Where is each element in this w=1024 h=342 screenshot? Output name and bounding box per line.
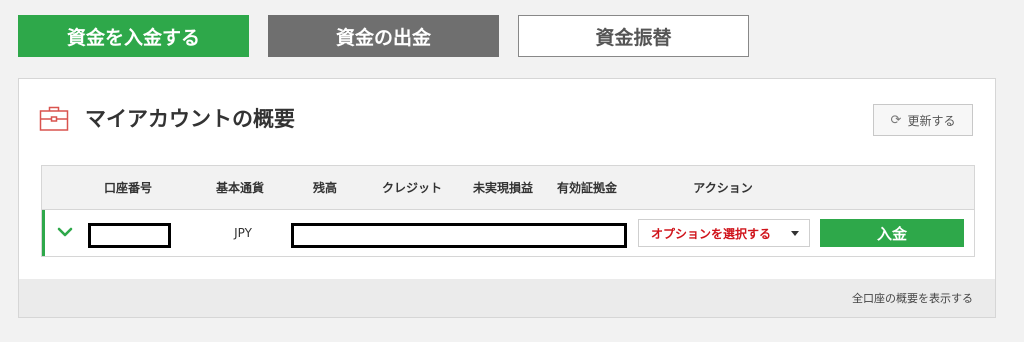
header-balance: 残高 bbox=[312, 181, 338, 195]
withdraw-funds-tab[interactable]: 資金の出金 bbox=[268, 15, 499, 57]
account-summary-panel: マイアカウントの概要 ⟳ 更新する 口座番号 基本通貨 残高 クレジット 未実現… bbox=[18, 78, 996, 318]
fund-action-tabs: 資金を入金する 資金の出金 資金振替 bbox=[18, 15, 749, 57]
header-action: アクション bbox=[693, 181, 753, 195]
refresh-icon: ⟳ bbox=[890, 112, 902, 128]
briefcase-icon bbox=[39, 106, 69, 131]
currency-cell: JPY bbox=[234, 226, 252, 240]
action-select-value: オプションを選択する bbox=[651, 226, 772, 241]
header-account-number: 口座番号 bbox=[103, 181, 153, 195]
panel-footer: 全口座の概要を表示する bbox=[19, 279, 995, 317]
refresh-label: 更新する bbox=[907, 113, 956, 128]
table-header-row: 口座番号 基本通貨 残高 クレジット 未実現損益 有効証拠金 アクション bbox=[42, 166, 974, 210]
table-row: JPY オプションを選択する 入金 bbox=[42, 210, 974, 256]
deposit-funds-tab[interactable]: 資金を入金する bbox=[18, 15, 249, 57]
caret-down-icon bbox=[791, 231, 799, 236]
masked-balance-values bbox=[291, 223, 627, 248]
deposit-button[interactable]: 入金 bbox=[820, 219, 964, 247]
header-base-currency: 基本通貨 bbox=[215, 181, 265, 195]
panel-header: マイアカウントの概要 bbox=[39, 103, 295, 133]
chevron-down-icon[interactable] bbox=[57, 224, 73, 240]
action-select[interactable]: オプションを選択する bbox=[638, 219, 810, 247]
show-all-accounts-link[interactable]: 全口座の概要を表示する bbox=[852, 290, 973, 306]
panel-title: マイアカウントの概要 bbox=[85, 107, 295, 131]
masked-account-number bbox=[88, 223, 171, 248]
refresh-button[interactable]: ⟳ 更新する bbox=[873, 104, 973, 136]
header-unrealized-pnl: 未実現損益 bbox=[472, 181, 534, 195]
account-table: 口座番号 基本通貨 残高 クレジット 未実現損益 有効証拠金 アクション JPY… bbox=[41, 165, 975, 257]
transfer-funds-tab[interactable]: 資金振替 bbox=[518, 15, 749, 57]
header-equity: 有効証拠金 bbox=[556, 181, 618, 195]
header-credit: クレジット bbox=[381, 181, 443, 195]
